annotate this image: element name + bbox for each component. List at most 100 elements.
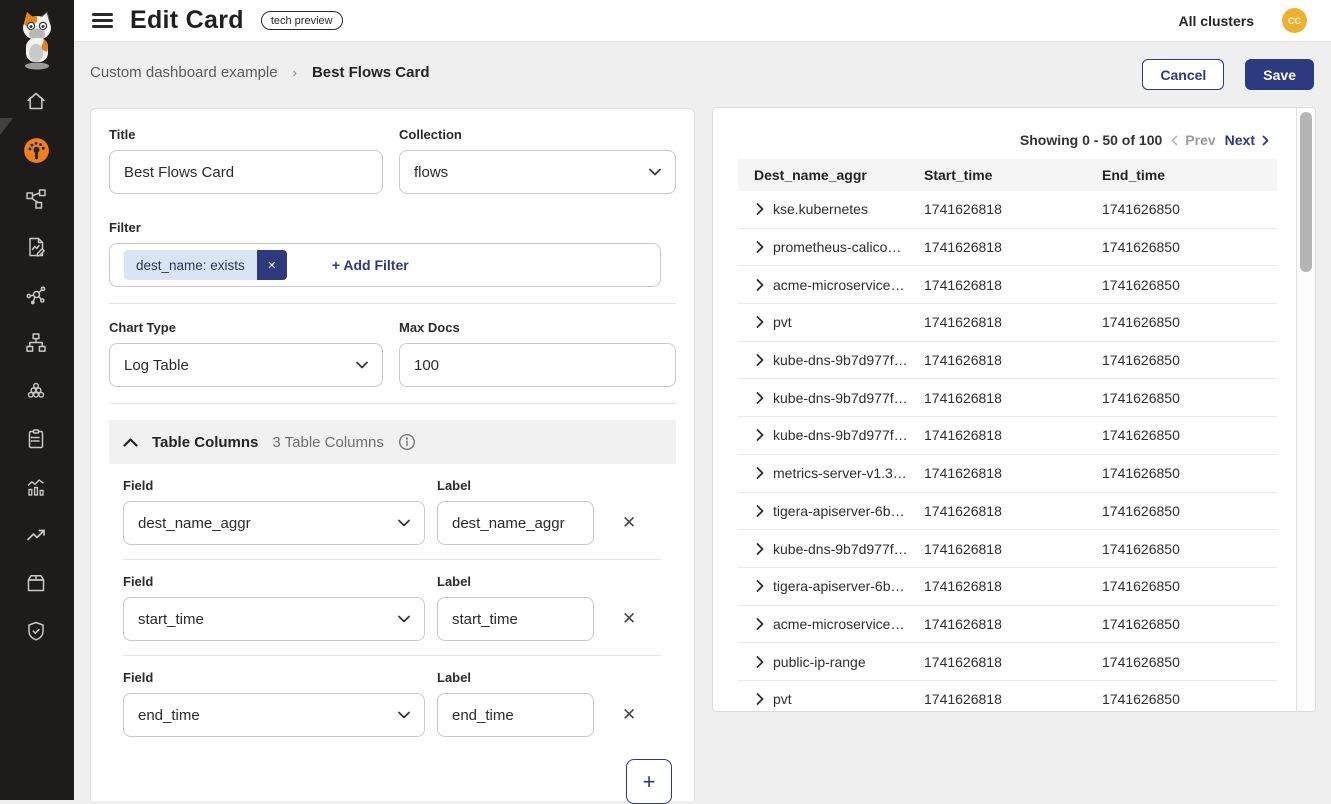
field-label: Field <box>123 478 425 493</box>
filter-label: Filter <box>109 220 676 235</box>
sidebar-item-home[interactable] <box>22 87 50 115</box>
expand-row-icon[interactable] <box>756 467 764 479</box>
label-label: Label <box>437 574 594 589</box>
clusters-honeycomb-icon <box>24 379 48 403</box>
table-columns-title: Table Columns <box>152 434 258 451</box>
expand-row-icon[interactable] <box>756 392 764 404</box>
table-row: public-ip-range 1741626818 1741626850 <box>738 643 1277 681</box>
expand-row-icon[interactable] <box>756 354 764 366</box>
hamburger-menu-icon[interactable] <box>92 13 113 28</box>
sidebar-item-logs[interactable] <box>22 233 50 261</box>
collection-select[interactable]: flows <box>399 150 676 194</box>
row-divider <box>123 655 661 656</box>
column-header: Dest_name_aggr <box>738 167 918 183</box>
expand-row-icon[interactable] <box>756 580 764 592</box>
table-row: prometheus-calico… 1741626818 1741626850 <box>738 229 1277 267</box>
expand-row-icon[interactable] <box>756 543 764 555</box>
sidebar-item-clusters[interactable] <box>22 377 50 405</box>
sidebar-item-policies[interactable] <box>22 425 50 453</box>
preview-table-panel: Showing 0 - 50 of 100 Prev Next Dest_nam… <box>712 107 1316 712</box>
add-column-button[interactable]: + <box>626 759 672 804</box>
chevron-down-icon <box>649 168 661 176</box>
table-row: metrics-server-v1.3… 1741626818 17416268… <box>738 455 1277 493</box>
label-input[interactable] <box>438 502 593 544</box>
dashboards-gauge-icon <box>23 137 50 164</box>
save-button[interactable]: Save <box>1245 59 1314 90</box>
expand-row-icon[interactable] <box>756 316 764 328</box>
table-row: pvt 1741626818 1741626850 <box>738 304 1277 342</box>
scrollbar-track[interactable] <box>1296 108 1315 711</box>
table-column-row: Field start_time Label ✕ <box>123 574 676 641</box>
cluster-selector[interactable]: All clusters <box>1179 13 1254 29</box>
chart-type-label: Chart Type <box>109 320 383 335</box>
title-input[interactable] <box>110 151 382 193</box>
shield-check-icon <box>24 619 48 643</box>
table-columns-header[interactable]: Table Columns 3 Table Columns <box>109 420 676 464</box>
table-columns-count: 3 Table Columns <box>272 434 383 451</box>
field-select[interactable]: start_time <box>123 597 425 641</box>
expand-row-icon[interactable] <box>756 693 764 705</box>
field-select[interactable]: dest_name_aggr <box>123 501 425 545</box>
active-section-wedge <box>0 118 13 135</box>
trending-icon <box>24 523 48 547</box>
clipboard-policies-icon <box>24 427 48 451</box>
expand-row-icon[interactable] <box>756 429 764 441</box>
table-row: kube-dns-9b7d977f… 1741626818 1741626850 <box>738 417 1277 455</box>
table-row: tigera-apiserver-6b… 1741626818 17416268… <box>738 493 1277 531</box>
scrollbar-thumb[interactable] <box>1300 112 1312 272</box>
table-header-row: Dest_name_aggr Start_time End_time <box>738 159 1277 191</box>
logs-edit-icon <box>24 235 48 259</box>
remove-column-button[interactable]: ✕ <box>618 501 640 545</box>
calico-cat-logo[interactable] <box>13 8 61 77</box>
breadcrumb-parent[interactable]: Custom dashboard example <box>90 64 278 81</box>
table-column-row: Field dest_name_aggr Label ✕ <box>123 478 676 545</box>
sidebar-item-trending[interactable] <box>22 521 50 549</box>
chevron-left-icon <box>1171 135 1178 146</box>
tree-hierarchy-icon <box>24 331 48 355</box>
sidebar-item-tree[interactable] <box>22 329 50 357</box>
collapse-caret-icon[interactable] <box>123 438 138 447</box>
chevron-right-icon <box>1262 135 1269 146</box>
remove-column-button[interactable]: ✕ <box>618 597 640 641</box>
filter-box: dest_name: exists ✕ + Add Filter <box>109 243 661 287</box>
sidebar-item-dashboards[interactable] <box>22 136 50 164</box>
table-row: acme-microservice… 1741626818 1741626850 <box>738 266 1277 304</box>
label-input[interactable] <box>438 598 593 640</box>
sidebar-item-security[interactable] <box>22 617 50 645</box>
remove-column-button[interactable]: ✕ <box>618 693 640 737</box>
expand-row-icon[interactable] <box>756 656 764 668</box>
table-row: pvt 1741626818 1741626850 <box>738 681 1277 712</box>
expand-row-icon[interactable] <box>756 618 764 630</box>
preview-table: Dest_name_aggr Start_time End_time kse.k… <box>738 159 1277 712</box>
avatar[interactable]: CC <box>1282 8 1307 33</box>
prev-page-button[interactable]: Prev <box>1171 132 1215 148</box>
label-label: Label <box>437 478 594 493</box>
chevron-down-icon <box>398 615 410 623</box>
expand-row-icon[interactable] <box>756 505 764 517</box>
topbar: Edit Card tech preview All clusters CC <box>74 0 1331 42</box>
breadcrumb-separator-icon: › <box>293 65 297 80</box>
table-row: acme-microservice… 1741626818 1741626850 <box>738 606 1277 644</box>
sidebar-item-network-sets[interactable] <box>22 185 50 213</box>
table-column-row: Field end_time Label ✕ <box>123 670 676 737</box>
field-select[interactable]: end_time <box>123 693 425 737</box>
row-divider <box>123 559 661 560</box>
remove-filter-icon[interactable]: ✕ <box>257 250 287 280</box>
chevron-down-icon <box>398 711 410 719</box>
expand-row-icon[interactable] <box>756 279 764 291</box>
info-icon[interactable] <box>398 433 416 451</box>
sidebar-item-service-graph[interactable] <box>22 281 50 309</box>
expand-row-icon[interactable] <box>756 203 764 215</box>
add-filter-link[interactable]: + Add Filter <box>332 257 409 273</box>
chart-type-select[interactable]: Log Table <box>109 343 383 387</box>
next-page-button[interactable]: Next <box>1225 132 1269 148</box>
cancel-button[interactable]: Cancel <box>1142 59 1224 90</box>
table-row: kse.kubernetes 1741626818 1741626850 <box>738 191 1277 229</box>
expand-row-icon[interactable] <box>756 241 764 253</box>
max-docs-input[interactable] <box>400 344 675 386</box>
section-divider <box>109 303 676 304</box>
max-docs-label: Max Docs <box>399 320 676 335</box>
sidebar-item-analytics[interactable] <box>22 473 50 501</box>
label-input[interactable] <box>438 694 593 736</box>
sidebar-item-package[interactable] <box>22 569 50 597</box>
